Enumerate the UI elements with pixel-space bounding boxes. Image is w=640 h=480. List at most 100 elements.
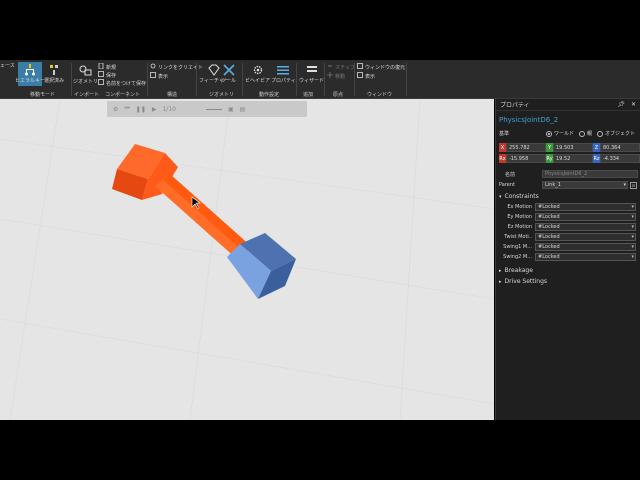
save-button[interactable]: 保存 — [98, 71, 116, 79]
object-name-heading: PhysicsJointD6_2 — [499, 116, 559, 124]
coord-z-value[interactable]: 80.364 — [600, 143, 640, 152]
tool-button[interactable]: ツール — [221, 63, 236, 84]
coord-rz-tag: Rz — [593, 154, 600, 163]
coord-z-field[interactable]: Z 80.364 — [593, 143, 640, 152]
window-reset-button[interactable]: ウィンドウの復元 — [357, 63, 405, 71]
constraint-select[interactable]: #Locked ▾ — [535, 212, 636, 221]
constraint-label: Ey Motion — [507, 213, 532, 220]
chevron-down-icon: ▾ — [631, 243, 634, 250]
hierarchy-button[interactable]: ヒエラルキー — [15, 62, 45, 86]
property-panel: プロパティ 📌︎ ✕ PhysicsJointD6_2 基準 ワールド 親 オブ… — [495, 99, 640, 420]
rewind-icon[interactable]: ⏮ — [124, 105, 129, 113]
constraints-label: Constraints — [504, 193, 539, 200]
group-move-mode: ヒエラルキー 選択済み 移動モード — [15, 60, 70, 99]
constraint-select[interactable]: #Locked ▾ — [535, 202, 636, 211]
group-window: ウィンドウの復元 表示 ウィンドウ — [355, 60, 405, 99]
group-edit: リンクをクリエイト 表示 構造 — [149, 60, 203, 99]
coord-x-field[interactable]: X 255.782 — [499, 143, 546, 152]
constraint-value: #Locked — [538, 213, 560, 220]
display-label: 表示 — [365, 73, 376, 80]
frame-counter: 1/10 — [162, 105, 176, 113]
group-motion-settings: ビヘイビア プロパティ 動作設定 — [243, 60, 296, 99]
coord-rz-field[interactable]: Rz -4.334 — [593, 154, 640, 163]
wizard-icon — [305, 63, 319, 77]
coord-x-value[interactable]: 255.782 — [506, 143, 546, 152]
radio-on-icon — [546, 130, 552, 137]
coord-ry-value[interactable]: 19.52 — [553, 154, 593, 163]
settings-gear-icon[interactable]: ⚙ — [113, 106, 118, 113]
ribbon-cut-label: ェース — [0, 63, 15, 69]
radio-parent[interactable]: 親 — [579, 130, 592, 137]
constraints-section-header[interactable]: ▾ Constraints — [499, 193, 539, 200]
display-dropdown[interactable]: 表示 — [357, 72, 375, 80]
coord-rx-field[interactable]: Rx -15.958 — [499, 154, 546, 163]
move-icon — [327, 72, 333, 80]
coord-y-value[interactable]: 19.503 — [553, 143, 593, 152]
coord-ry-field[interactable]: Ry 19.52 — [546, 154, 593, 163]
camera-icon[interactable]: ▣ — [228, 106, 234, 113]
group-origin: ステップ 移動 原点 — [325, 60, 355, 99]
checkbox-icon — [150, 72, 156, 80]
drive-settings-section-header[interactable]: ▸ Drive Settings — [499, 278, 547, 285]
geometry-import-button[interactable]: ジオメトリ — [73, 64, 98, 85]
window-reset-label: ウィンドウの復元 — [365, 64, 406, 71]
window-icon — [357, 63, 363, 71]
pause-icon[interactable]: ❚❚ — [136, 106, 146, 113]
3d-viewport[interactable]: ⚙ ⏮ ❚❚ ▶ 1/10 ▣ ▤ — [0, 99, 494, 420]
wizard-button[interactable]: ウィザード — [299, 63, 324, 84]
select-only-label: 選択済み — [44, 78, 65, 84]
tools-icon — [222, 63, 236, 77]
radio-world-label: ワールド — [554, 131, 575, 137]
radio-object[interactable]: オブジェクト — [597, 130, 635, 137]
group-label-edit: 構造 — [167, 92, 178, 98]
layout-icon[interactable]: ▤ — [240, 106, 246, 113]
constraint-value: #Locked — [538, 233, 560, 240]
wizard-label: ウィザード — [299, 78, 325, 84]
constraint-select[interactable]: #Locked ▾ — [535, 222, 636, 231]
constraint-label: Swing2 M... — [503, 253, 532, 260]
chevron-down-icon: ▾ — [623, 182, 626, 188]
property-button[interactable]: プロパティ — [271, 63, 296, 84]
save-as-label: 名前をつけて保存 — [106, 80, 147, 87]
group-label-window: ウィンドウ — [367, 92, 393, 98]
group-add: ウィザード 追加 — [297, 60, 324, 99]
step-button[interactable]: ステップ — [327, 63, 355, 71]
reference-row: 基準 ワールド 親 オブジェクト — [499, 130, 639, 137]
close-icon[interactable]: ✕ — [631, 101, 636, 108]
pin-icon[interactable]: 📌︎ — [617, 101, 625, 108]
select-only-button[interactable]: 選択済み — [44, 63, 64, 84]
show-checkbox[interactable]: 表示 — [150, 72, 168, 80]
letterbox-bottom — [0, 420, 640, 480]
breakage-section-header[interactable]: ▸ Breakage — [499, 267, 533, 274]
new-button[interactable]: 新規 — [98, 62, 116, 71]
move-button[interactable]: 移動 — [327, 72, 345, 80]
constraint-label: Twist Moti.. — [504, 233, 532, 240]
browse-parent-icon[interactable]: ⊡ — [630, 181, 637, 189]
save-as-button[interactable]: 名前をつけて保存 — [98, 79, 146, 87]
coord-rx-value[interactable]: -15.958 — [506, 154, 546, 163]
constraint-label: Ex Motion — [507, 203, 532, 210]
play-icon[interactable]: ▶ — [152, 106, 157, 113]
letterbox-top — [0, 0, 640, 60]
constraint-value: #Locked — [538, 253, 560, 260]
timeline-slider[interactable] — [205, 108, 222, 110]
ribbon-toolbar: ェース ヒエラルキー 選択済み 移動モード ジオメトリ インポート 新規 保存 … — [0, 60, 640, 99]
sliders-icon — [276, 63, 290, 77]
collapsed-triangle-icon: ▸ — [499, 267, 502, 274]
name-input[interactable]: PhysicsJointD6_2 — [542, 170, 638, 178]
save-label: 保存 — [106, 72, 117, 79]
move-label: 移動 — [335, 73, 346, 80]
radio-parent-label: 親 — [587, 131, 593, 137]
coord-x-tag: X — [499, 143, 506, 152]
constraint-select[interactable]: #Locked ▾ — [535, 232, 636, 241]
group-geometry: フィーチャー ツール ジオメトリ — [197, 60, 241, 99]
parent-select[interactable]: Link_1 ▾ — [542, 181, 628, 189]
group-label-import: インポート — [74, 92, 100, 98]
constraint-select[interactable]: #Locked ▾ — [535, 242, 636, 251]
constraint-select[interactable]: #Locked ▾ — [535, 252, 636, 261]
group-label-add: 追加 — [303, 92, 314, 98]
radio-world[interactable]: ワールド — [546, 130, 574, 137]
coord-rz-value[interactable]: -4.334 — [600, 154, 640, 163]
coord-y-field[interactable]: Y 19.503 — [546, 143, 593, 152]
behavior-button[interactable]: ビヘイビア — [245, 63, 270, 84]
